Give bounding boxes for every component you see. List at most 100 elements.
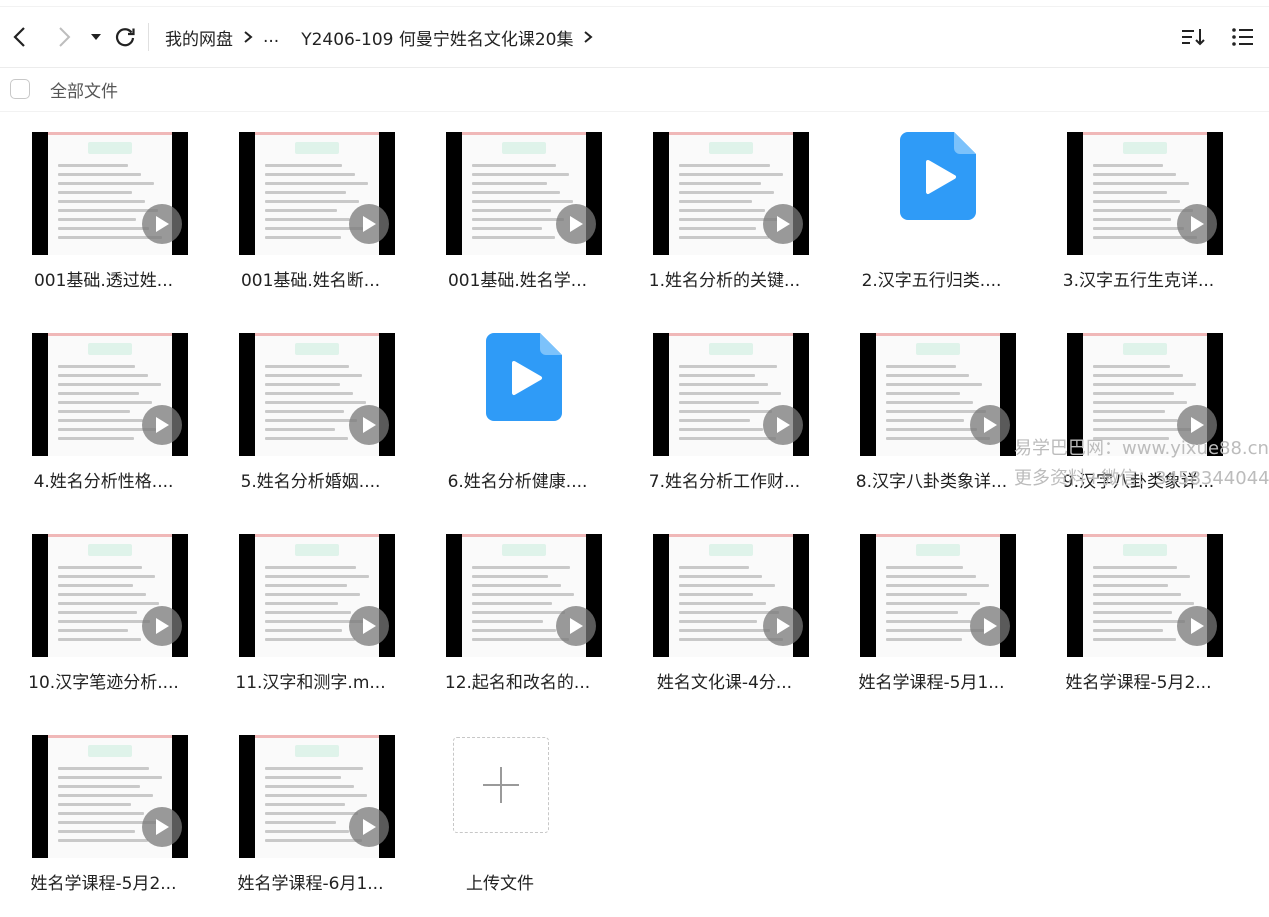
file-tile[interactable]: 6.姓名分析健康.... — [414, 313, 621, 503]
file-name: 001基础.透过姓... — [33, 271, 174, 291]
video-thumbnail — [239, 735, 395, 858]
file-tile[interactable]: 10.汉字笔迹分析.... — [0, 514, 207, 704]
file-name: 6.姓名分析健康.... — [447, 472, 588, 492]
file-tile[interactable]: 001基础.透过姓... — [0, 112, 207, 302]
video-thumbnail — [239, 333, 395, 456]
play-icon — [763, 204, 803, 244]
list-view-icon — [1232, 28, 1253, 46]
select-all-bar: 全部文件 — [0, 67, 1269, 112]
file-tile[interactable]: 7.姓名分析工作财... — [621, 313, 828, 503]
breadcrumb-item-ellipsis[interactable]: ... — [263, 27, 279, 47]
history-dropdown-button[interactable] — [84, 17, 108, 57]
video-thumbnail — [653, 132, 809, 255]
watermark-line-2: 更多资料+微信：3458344044 — [1014, 468, 1269, 489]
chevron-right-icon — [59, 27, 71, 47]
play-icon — [142, 405, 182, 445]
play-icon — [349, 405, 389, 445]
back-button[interactable] — [0, 17, 40, 57]
file-tile[interactable]: 001基础.姓名断... — [207, 112, 414, 302]
file-tile[interactable]: 姓名学课程-6月1... — [207, 715, 414, 905]
play-icon — [142, 204, 182, 244]
file-name: 姓名学课程-5月2... — [1065, 673, 1212, 693]
upload-box[interactable] — [453, 737, 549, 833]
video-thumbnail — [32, 333, 188, 456]
sort-icon — [1182, 29, 1205, 46]
video-thumbnail — [32, 735, 188, 858]
refresh-button[interactable] — [108, 17, 142, 57]
video-thumbnail — [1067, 132, 1223, 255]
file-name: 2.汉字五行归类.... — [861, 271, 1002, 291]
video-thumbnail — [860, 333, 1016, 456]
file-name: 001基础.姓名断... — [240, 271, 381, 291]
play-icon — [1177, 606, 1217, 646]
file-name: 001基础.姓名学... — [447, 271, 588, 291]
file-tile[interactable]: 11.汉字和测字.m... — [207, 514, 414, 704]
sort-button[interactable] — [1175, 19, 1211, 55]
file-tile[interactable]: 姓名学课程-5月2... — [1035, 514, 1242, 704]
breadcrumb-item-root[interactable]: 我的网盘 — [165, 25, 233, 50]
video-file-icon — [486, 333, 562, 421]
file-name: 5.姓名分析婚姻.... — [240, 472, 381, 492]
toolbar: 我的网盘 ... Y2406-109 何曼宁姓名文化课20集 — [0, 6, 1269, 68]
play-icon — [763, 405, 803, 445]
video-thumbnail — [446, 534, 602, 657]
file-tile[interactable]: 8.汉字八卦类象详... — [828, 313, 1035, 503]
upload-label: 上传文件 — [466, 874, 534, 894]
file-tile[interactable]: 5.姓名分析婚姻.... — [207, 313, 414, 503]
file-tile[interactable]: 姓名学课程-5月1... — [828, 514, 1035, 704]
video-thumbnail — [32, 132, 188, 255]
file-tile[interactable]: 3.汉字五行生克详... — [1035, 112, 1242, 302]
file-name: 姓名文化课-4分... — [656, 673, 793, 693]
file-tile[interactable]: 2.汉字五行归类.... — [828, 112, 1035, 302]
plus-icon — [483, 767, 519, 803]
video-thumbnail — [1067, 534, 1223, 657]
file-tile[interactable]: 1.姓名分析的关键... — [621, 112, 828, 302]
chevron-left-icon — [13, 27, 25, 47]
file-tile[interactable]: 001基础.姓名学... — [414, 112, 621, 302]
file-name: 11.汉字和测字.m... — [235, 673, 386, 693]
watermark-line-1: 易学巴巴网：www.yixue88.cn — [1014, 438, 1269, 459]
file-name: 7.姓名分析工作财... — [648, 472, 801, 492]
video-thumbnail — [32, 534, 188, 657]
chevron-right-icon — [583, 30, 594, 44]
video-thumbnail — [653, 534, 809, 657]
play-icon — [970, 405, 1010, 445]
file-tile[interactable]: 姓名文化课-4分... — [621, 514, 828, 704]
video-thumbnail — [239, 534, 395, 657]
list-view-button[interactable] — [1225, 19, 1261, 55]
refresh-icon — [115, 28, 135, 47]
upload-file-tile[interactable]: 上传文件 — [450, 715, 620, 905]
file-tile[interactable]: 12.起名和改名的... — [414, 514, 621, 704]
file-name: 10.汉字笔迹分析.... — [28, 673, 179, 693]
video-thumbnail — [239, 132, 395, 255]
forward-button[interactable] — [44, 17, 84, 57]
file-tile[interactable]: 4.姓名分析性格.... — [0, 313, 207, 503]
play-icon — [1177, 204, 1217, 244]
file-name: 姓名学课程-5月1... — [858, 673, 1005, 693]
breadcrumb-item-current-folder[interactable]: Y2406-109 何曼宁姓名文化课20集 — [301, 25, 573, 50]
play-icon — [142, 606, 182, 646]
file-name: 8.汉字八卦类象详... — [855, 472, 1008, 492]
video-file-icon — [900, 132, 976, 220]
play-icon — [763, 606, 803, 646]
file-name: 12.起名和改名的... — [444, 673, 591, 693]
file-name: 1.姓名分析的关键... — [648, 271, 801, 291]
play-icon — [970, 606, 1010, 646]
file-tile[interactable]: 姓名学课程-5月2... — [0, 715, 207, 905]
file-name: 姓名学课程-5月2... — [30, 874, 177, 894]
select-all-checkbox[interactable] — [10, 79, 30, 99]
select-all-label: 全部文件 — [50, 81, 118, 102]
play-icon — [349, 204, 389, 244]
play-icon — [349, 807, 389, 847]
file-name: 3.汉字五行生克详... — [1062, 271, 1215, 291]
file-name: 4.姓名分析性格.... — [33, 472, 174, 492]
toolbar-divider — [148, 23, 149, 51]
video-thumbnail — [446, 132, 602, 255]
file-name: 姓名学课程-6月1... — [237, 874, 384, 894]
video-thumbnail — [653, 333, 809, 456]
caret-down-icon — [91, 34, 101, 40]
play-icon — [349, 606, 389, 646]
watermark: 易学巴巴网：www.yixue88.cn 更多资料+微信：3458344044 — [1014, 434, 1269, 494]
play-icon — [556, 204, 596, 244]
video-thumbnail — [860, 534, 1016, 657]
